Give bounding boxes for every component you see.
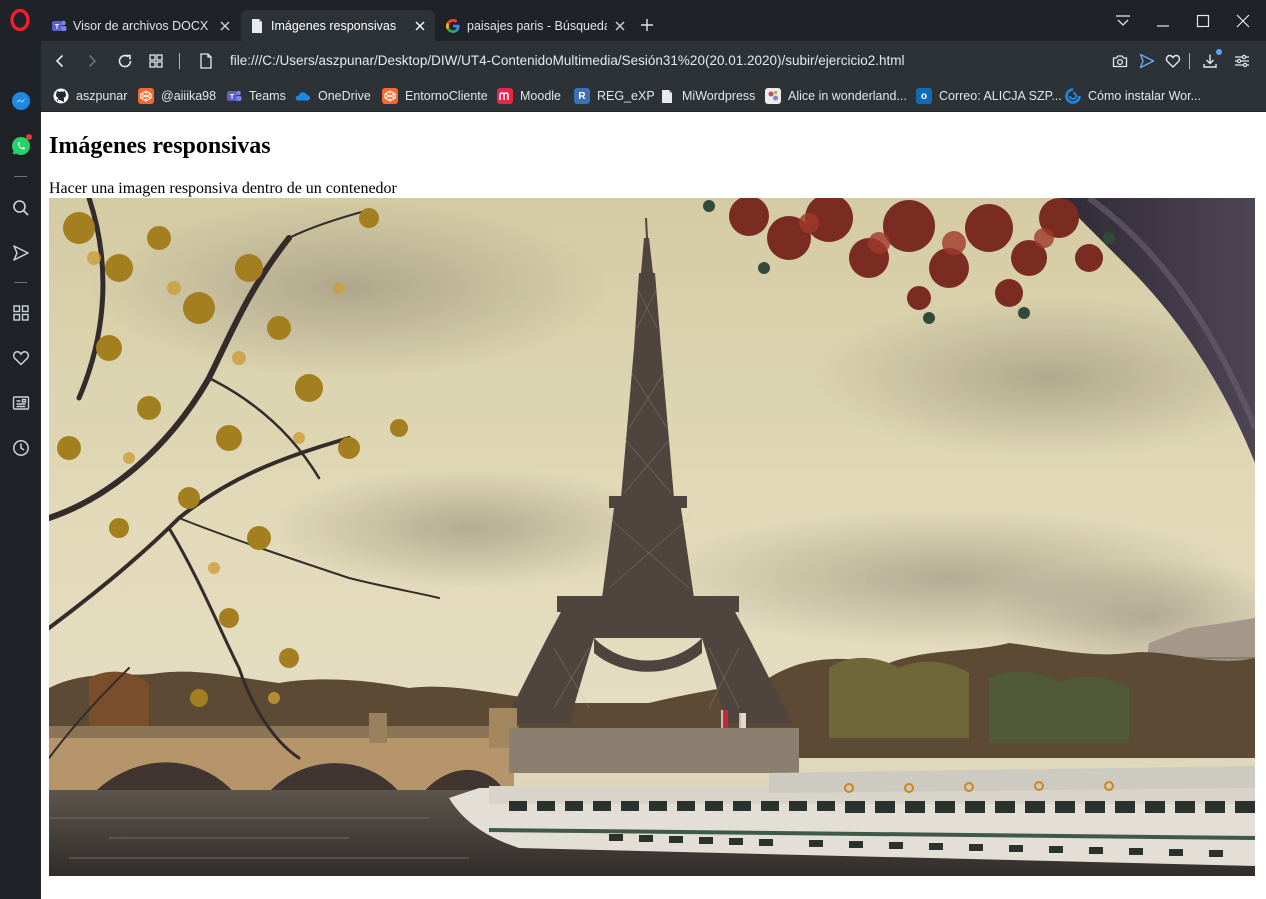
bookmark-label: aszpunar [76, 89, 128, 103]
tab-title: paisajes paris - Búsqueda d [467, 18, 607, 33]
minimize-icon[interactable] [1152, 10, 1174, 32]
sidebar-divider [14, 176, 27, 177]
bookmark-label: Teams [249, 89, 286, 103]
bookmark-label: EntornoCliente [405, 89, 488, 103]
svg-text:T: T [230, 94, 235, 101]
search-icon[interactable] [8, 195, 33, 220]
tab-docx-viewer[interactable]: T Visor de archivos DOCX | M [43, 10, 240, 41]
teams-icon: T [226, 88, 242, 104]
teams-icon: T [51, 18, 67, 34]
heart-icon[interactable] [8, 345, 33, 370]
bookmark-aiiika98[interactable]: @aiiika98 [138, 86, 216, 106]
file-icon[interactable] [196, 51, 216, 71]
tab-imagenes-responsivas[interactable]: Imágenes responsivas [241, 10, 435, 41]
moodle-icon [497, 88, 513, 104]
bookmark-correo[interactable]: o Correo: ALICJA SZP... [916, 86, 1062, 106]
easy-setup-icon[interactable] [1232, 51, 1252, 71]
forward-icon[interactable] [82, 51, 102, 71]
send-icon[interactable] [8, 240, 33, 265]
bookmark-miwordpress[interactable]: MiWordpress [659, 86, 755, 106]
bookmarks-bar: aszpunar @aiiika98 T Teams OneDrive Ento… [41, 81, 1266, 112]
back-icon[interactable] [50, 51, 70, 71]
github-icon [53, 88, 69, 104]
bookmark-label: REG_eXP [597, 89, 655, 103]
new-tab-icon[interactable] [639, 17, 655, 33]
send-icon[interactable] [1137, 51, 1157, 71]
bookmark-label: MiWordpress [682, 89, 756, 103]
url-field[interactable]: file:///C:/Users/aszpunar/Desktop/DIW/UT… [230, 53, 905, 68]
messenger-icon[interactable] [8, 88, 33, 113]
close-icon[interactable] [218, 19, 232, 33]
bookmark-como-instalar[interactable]: Cómo instalar Wor... [1065, 86, 1201, 106]
tab-strip: T Visor de archivos DOCX | M Imágenes re… [41, 0, 1266, 41]
bookmark-label: @aiiika98 [161, 89, 217, 103]
document-icon [659, 88, 675, 104]
bookmark-aszpunar[interactable]: aszpunar [53, 86, 127, 106]
bookmark-teams[interactable]: T Teams [226, 86, 286, 106]
toolbar-divider [179, 53, 180, 69]
download-icon[interactable] [1200, 49, 1222, 71]
document-icon [249, 18, 265, 34]
page-description: Hacer una imagen responsiva dentro de un… [49, 180, 397, 197]
bookmark-entornocliente[interactable]: EntornoCliente [382, 86, 488, 106]
page-viewport: Imágenes responsivas Hacer una imagen re… [41, 112, 1266, 899]
close-window-icon[interactable] [1232, 10, 1254, 32]
tab-title: Visor de archivos DOCX | M [73, 18, 212, 33]
eiffel-tower-photo [49, 198, 1255, 876]
news-icon[interactable] [8, 390, 33, 415]
download-badge [1216, 49, 1222, 55]
google-icon [445, 18, 461, 34]
heart-icon[interactable] [1163, 51, 1183, 71]
address-toolbar: file:///C:/Users/aszpunar/Desktop/DIW/UT… [41, 41, 1266, 81]
sidebar-divider [14, 282, 27, 283]
loader-icon [1065, 88, 1081, 104]
camera-icon[interactable] [1110, 51, 1130, 71]
speed-dial-icon[interactable] [8, 300, 33, 325]
bookmark-onedrive[interactable]: OneDrive [295, 86, 371, 106]
bookmark-regexp[interactable]: R REG_eXP [574, 86, 655, 106]
r-icon: R [574, 88, 590, 104]
tab-google-search[interactable]: paisajes paris - Búsqueda d [437, 10, 635, 41]
toolbar-divider [1189, 53, 1190, 69]
bookmark-label: OneDrive [318, 89, 371, 103]
codepen-icon [382, 88, 398, 104]
tab-menu-icon[interactable] [1112, 10, 1134, 32]
bookmark-alice[interactable]: Alice in wonderland... [765, 86, 907, 106]
close-icon[interactable] [613, 19, 627, 33]
opera-logo-icon[interactable] [10, 9, 30, 31]
alice-icon [765, 88, 781, 104]
history-icon[interactable] [8, 435, 33, 460]
reload-icon[interactable] [115, 51, 135, 71]
onedrive-icon [295, 88, 311, 104]
bookmark-label: Correo: ALICJA SZP... [939, 89, 1062, 103]
outlook-icon: o [916, 88, 932, 104]
page-title: Imágenes responsivas [49, 133, 271, 159]
whatsapp-icon[interactable] [8, 133, 33, 158]
maximize-icon[interactable] [1192, 10, 1214, 32]
bookmark-label: Moodle [520, 89, 561, 103]
notification-dot [26, 134, 32, 140]
opera-sidebar [0, 0, 41, 899]
bookmark-moodle[interactable]: Moodle [497, 86, 561, 106]
tab-title: Imágenes responsivas [271, 18, 397, 33]
svg-text:T: T [55, 24, 60, 31]
speed-dial-icon[interactable] [146, 51, 166, 71]
bookmark-label: Alice in wonderland... [788, 89, 907, 103]
close-icon[interactable] [413, 19, 427, 33]
codepen-icon [138, 88, 154, 104]
bookmark-label: Cómo instalar Wor... [1088, 89, 1202, 103]
